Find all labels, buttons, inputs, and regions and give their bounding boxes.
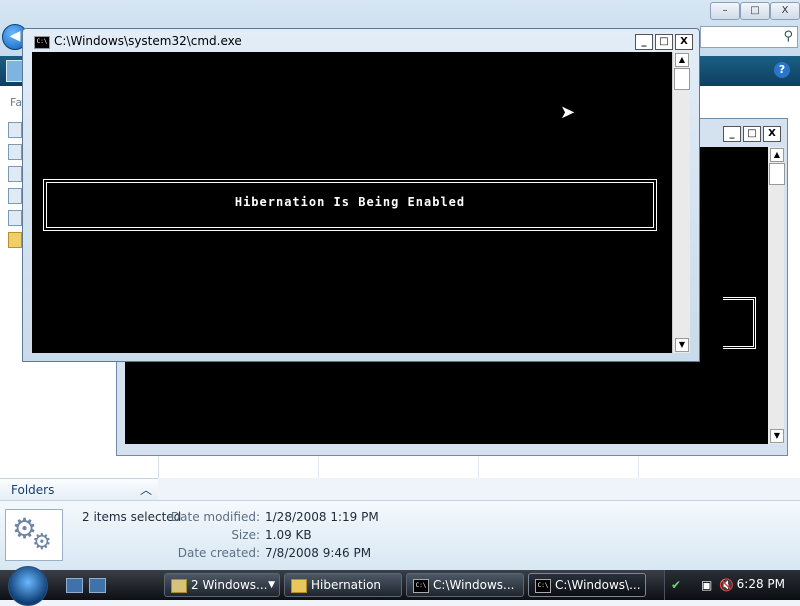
explorer-minimize-button[interactable]: – (710, 2, 740, 20)
system-tray: ✔ ▣ 🔇 6:28 PM (664, 570, 800, 600)
cmd-window[interactable]: C:\ C:\Windows\system32\cmd.exe _ □ X Hibe… (22, 28, 700, 362)
console-output[interactable]: Hibernation Is Being Enabled ➤ (32, 52, 672, 353)
network-icon[interactable]: ▣ (701, 578, 712, 592)
taskbar-button-cmd-2[interactable]: C:\ C:\Windows\... (528, 573, 646, 597)
cmd-icon[interactable]: C:\ (34, 36, 50, 49)
column-divider (478, 454, 479, 478)
taskbar-button-label: C:\Windows... (433, 578, 515, 592)
scroll-up-arrow-icon[interactable]: ▲ (675, 53, 689, 67)
taskbar-button-hibernation[interactable]: Hibernation (284, 573, 402, 597)
taskbar-button-label: Hibernation (311, 578, 382, 592)
column-divider (318, 454, 319, 478)
minimize-button[interactable]: _ (723, 126, 741, 142)
folders-toggle[interactable]: Folders ︿ (0, 478, 158, 501)
gear-icon: ⚙ (32, 530, 52, 555)
hibernation-message-box: Hibernation Is Being Enabled (43, 179, 657, 231)
favorites-label: Fa (10, 96, 23, 109)
explorer-close-button[interactable]: X (770, 2, 800, 20)
date-created-label: Date created: (177, 546, 260, 560)
cmd-icon: C:\ (413, 579, 429, 593)
folders-label: Folders (11, 483, 55, 497)
details-pane: ⚙ ⚙ 2 items selected Date modified: 1/28… (0, 500, 800, 571)
cmd-icon: C:\ (535, 579, 551, 593)
close-button[interactable]: X (675, 34, 693, 50)
switch-windows-icon[interactable] (89, 578, 106, 593)
start-button[interactable] (8, 566, 48, 606)
music-icon[interactable] (8, 166, 22, 182)
maximize-button[interactable]: □ (655, 34, 673, 50)
window-controls: _ □ X (633, 33, 693, 50)
taskbar-button-windows-explorer[interactable]: 2 Windows... ▼ (164, 573, 280, 597)
show-desktop-icon[interactable] (66, 578, 83, 593)
date-created-value: 7/8/2008 9:46 PM (265, 546, 372, 560)
folder-icon (291, 579, 307, 593)
hibernation-message: Hibernation Is Being Enabled (234, 195, 466, 209)
console-frame (723, 297, 756, 349)
public-icon[interactable] (8, 210, 22, 226)
scroll-down-arrow-icon[interactable]: ▼ (675, 338, 689, 352)
volume-muted-icon[interactable]: 🔇 (719, 578, 734, 592)
size-label: Size: (231, 528, 260, 542)
chevron-up-icon[interactable]: ︿ (140, 481, 152, 498)
scroll-thumb[interactable] (674, 68, 690, 90)
scroll-thumb[interactable] (769, 163, 785, 185)
search-input[interactable]: ⚲ (700, 26, 798, 48)
taskbar: 2 Windows... ▼ Hibernation C:\ C:\Window… (0, 566, 800, 606)
close-button[interactable]: X (763, 126, 781, 142)
settings-file-thumbnail: ⚙ ⚙ (5, 509, 63, 561)
scroll-down-arrow-icon[interactable]: ▼ (770, 429, 784, 443)
size-value: 1.09 KB (265, 528, 312, 542)
date-modified-label: Date modified: (170, 510, 260, 524)
mouse-pointer-icon: ➤ (560, 102, 576, 123)
folder-icon[interactable] (8, 232, 22, 248)
documents-icon[interactable] (8, 122, 22, 138)
column-divider (638, 454, 639, 478)
vertical-scrollbar[interactable]: ▲ ▼ (768, 147, 785, 444)
help-icon[interactable]: ? (774, 62, 790, 78)
dropdown-arrow-icon[interactable]: ▼ (268, 574, 275, 596)
scroll-up-arrow-icon[interactable]: ▲ (770, 148, 784, 162)
taskbar-button-label: C:\Windows\... (555, 578, 641, 592)
date-modified-value: 1/28/2008 1:19 PM (265, 510, 379, 524)
searches-icon[interactable] (8, 188, 22, 204)
search-icon[interactable]: ⚲ (783, 29, 793, 44)
explorer-maximize-button[interactable]: □ (740, 2, 770, 20)
taskbar-button-label: 2 Windows... (191, 578, 268, 592)
security-check-icon[interactable]: ✔ (671, 578, 681, 592)
minimize-button[interactable]: _ (635, 34, 653, 50)
background-window-controls: _ □ X (721, 125, 781, 142)
maximize-button[interactable]: □ (743, 126, 761, 142)
pictures-icon[interactable] (8, 144, 22, 160)
vertical-scrollbar[interactable]: ▲ ▼ (672, 52, 690, 353)
clock[interactable]: 6:28 PM (737, 577, 785, 591)
taskbar-button-cmd-1[interactable]: C:\ C:\Windows... (406, 573, 524, 597)
window-title: C:\Windows\system32\cmd.exe (54, 34, 242, 48)
explorer-icon (171, 579, 187, 593)
